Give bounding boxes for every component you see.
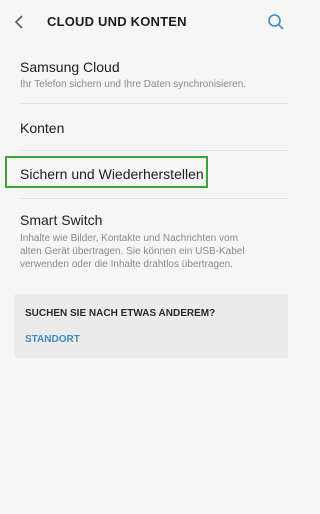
item-title: Samsung Cloud bbox=[20, 59, 120, 75]
list-item-konten[interactable]: Konten bbox=[0, 104, 300, 150]
list-item-smart-switch[interactable]: Smart Switch Inhalte wie Bilder, Kontakt… bbox=[0, 206, 300, 276]
page-title: CLOUD UND KONTEN bbox=[47, 14, 187, 29]
item-description-line: alten Gerät übertragen. Sie können ein U… bbox=[20, 246, 245, 257]
item-title: Smart Switch bbox=[20, 212, 103, 228]
back-button[interactable] bbox=[8, 10, 32, 34]
back-arrow-icon bbox=[14, 15, 23, 29]
item-description: Ihr Telefon sichern und Ihre Daten synch… bbox=[20, 79, 247, 90]
standort-link[interactable]: STANDORT bbox=[25, 334, 80, 345]
search-icon bbox=[268, 14, 284, 30]
divider bbox=[20, 198, 288, 199]
list-item-samsung-cloud[interactable]: Samsung Cloud Ihr Telefon sichern und Ih… bbox=[0, 54, 300, 102]
suggestion-card: SUCHEN SIE NACH ETWAS ANDEREM? STANDORT bbox=[14, 294, 288, 358]
app-header: CLOUD UND KONTEN bbox=[0, 0, 300, 44]
item-title: Konten bbox=[20, 120, 65, 136]
search-button[interactable] bbox=[264, 10, 288, 34]
highlight-frame bbox=[5, 156, 208, 188]
item-description-line: verwenden oder die Inhalte drahtlos über… bbox=[20, 259, 233, 270]
suggestion-card-title: SUCHEN SIE NACH ETWAS ANDEREM? bbox=[25, 308, 216, 319]
item-description-line: Inhalte wie Bilder, Kontakte und Nachric… bbox=[20, 233, 238, 244]
